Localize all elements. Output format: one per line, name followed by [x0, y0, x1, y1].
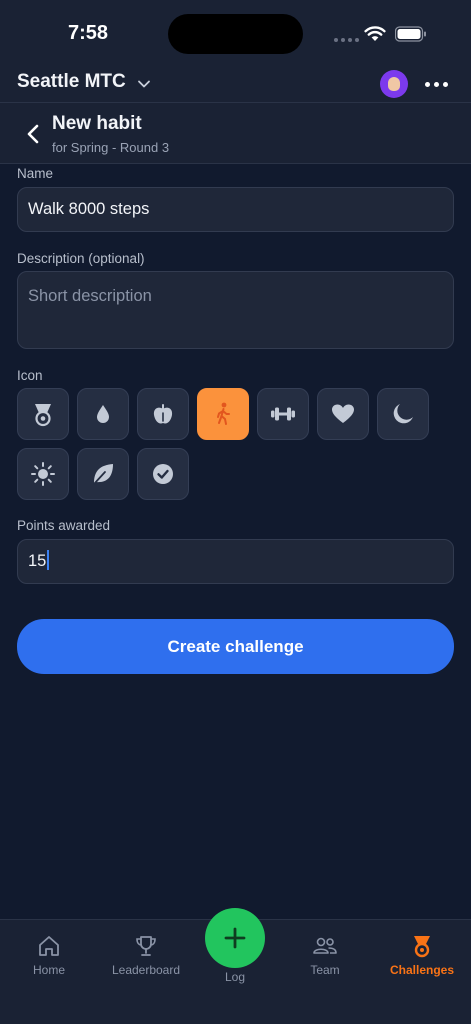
leaf-icon — [93, 464, 113, 485]
icon-option-sun[interactable] — [17, 448, 69, 500]
create-challenge-button[interactable]: Create challenge — [17, 619, 454, 674]
sun-icon — [31, 462, 55, 486]
icon-option-heart[interactable] — [317, 388, 369, 440]
icon-option-moon[interactable] — [377, 388, 429, 440]
description-label: Description (optional) — [17, 251, 145, 266]
log-button[interactable] — [205, 908, 265, 968]
icon-option-apple[interactable] — [137, 388, 189, 440]
check-circle-icon — [153, 464, 173, 484]
tab-bar: Home Leaderboard Log Team Challenges — [0, 908, 471, 1024]
name-field[interactable]: Walk 8000 steps — [17, 187, 454, 232]
app-header: Seattle MTC — [0, 66, 471, 102]
team-switcher[interactable]: Seattle MTC — [17, 71, 126, 93]
back-button[interactable] — [24, 123, 44, 145]
tab-log-label: Log — [224, 970, 246, 984]
chevron-down-icon[interactable] — [136, 76, 152, 92]
icon-option-water-drop[interactable] — [77, 388, 129, 440]
status-bar: 7:58 — [0, 0, 471, 66]
icon-option-check-circle[interactable] — [137, 448, 189, 500]
tab-challenges[interactable]: Challenges — [375, 934, 469, 977]
cellular-signal-icon — [334, 38, 359, 42]
tab-challenges-label: Challenges — [389, 963, 455, 977]
walking-icon — [217, 402, 230, 425]
points-value: 15 — [28, 552, 47, 570]
medal-icon — [35, 404, 51, 427]
apple-icon — [153, 404, 173, 424]
points-field[interactable]: 15 — [17, 539, 454, 584]
trophy-icon — [136, 936, 156, 956]
tab-team-label: Team — [310, 963, 340, 977]
heart-icon — [332, 404, 354, 423]
avatar-face-icon — [388, 77, 400, 91]
team-icon — [313, 937, 337, 954]
page-subtitle: for Spring - Round 3 — [52, 140, 170, 155]
name-label: Name — [17, 166, 54, 181]
status-time: 7:58 — [68, 22, 109, 44]
more-options-button[interactable] — [425, 74, 449, 94]
challenges-medal-icon — [414, 936, 430, 958]
page-header: New habit for Spring - Round 3 — [0, 102, 471, 164]
description-field[interactable]: Short description — [17, 271, 454, 349]
wifi-icon — [364, 26, 386, 41]
page-title: New habit — [52, 113, 142, 134]
tab-leaderboard-label: Leaderboard — [111, 963, 181, 977]
icon-label: Icon — [17, 368, 43, 383]
dumbbell-icon — [271, 407, 295, 421]
icon-option-leaf[interactable] — [77, 448, 129, 500]
water-drop-icon — [97, 405, 109, 423]
icon-option-medal[interactable] — [17, 388, 69, 440]
icon-option-walking[interactable] — [197, 388, 249, 440]
avatar[interactable] — [380, 70, 408, 98]
tab-leaderboard[interactable]: Leaderboard — [99, 934, 193, 977]
dynamic-island — [168, 14, 303, 54]
points-label: Points awarded — [17, 518, 111, 533]
battery-icon — [395, 26, 426, 42]
icon-option-dumbbell[interactable] — [257, 388, 309, 440]
tab-home-label: Home — [32, 963, 65, 977]
tab-home[interactable]: Home — [2, 934, 96, 977]
moon-icon — [393, 404, 413, 424]
text-cursor — [47, 550, 50, 571]
tab-team[interactable]: Team — [278, 934, 372, 977]
plus-icon — [224, 927, 246, 949]
home-icon — [39, 936, 59, 956]
